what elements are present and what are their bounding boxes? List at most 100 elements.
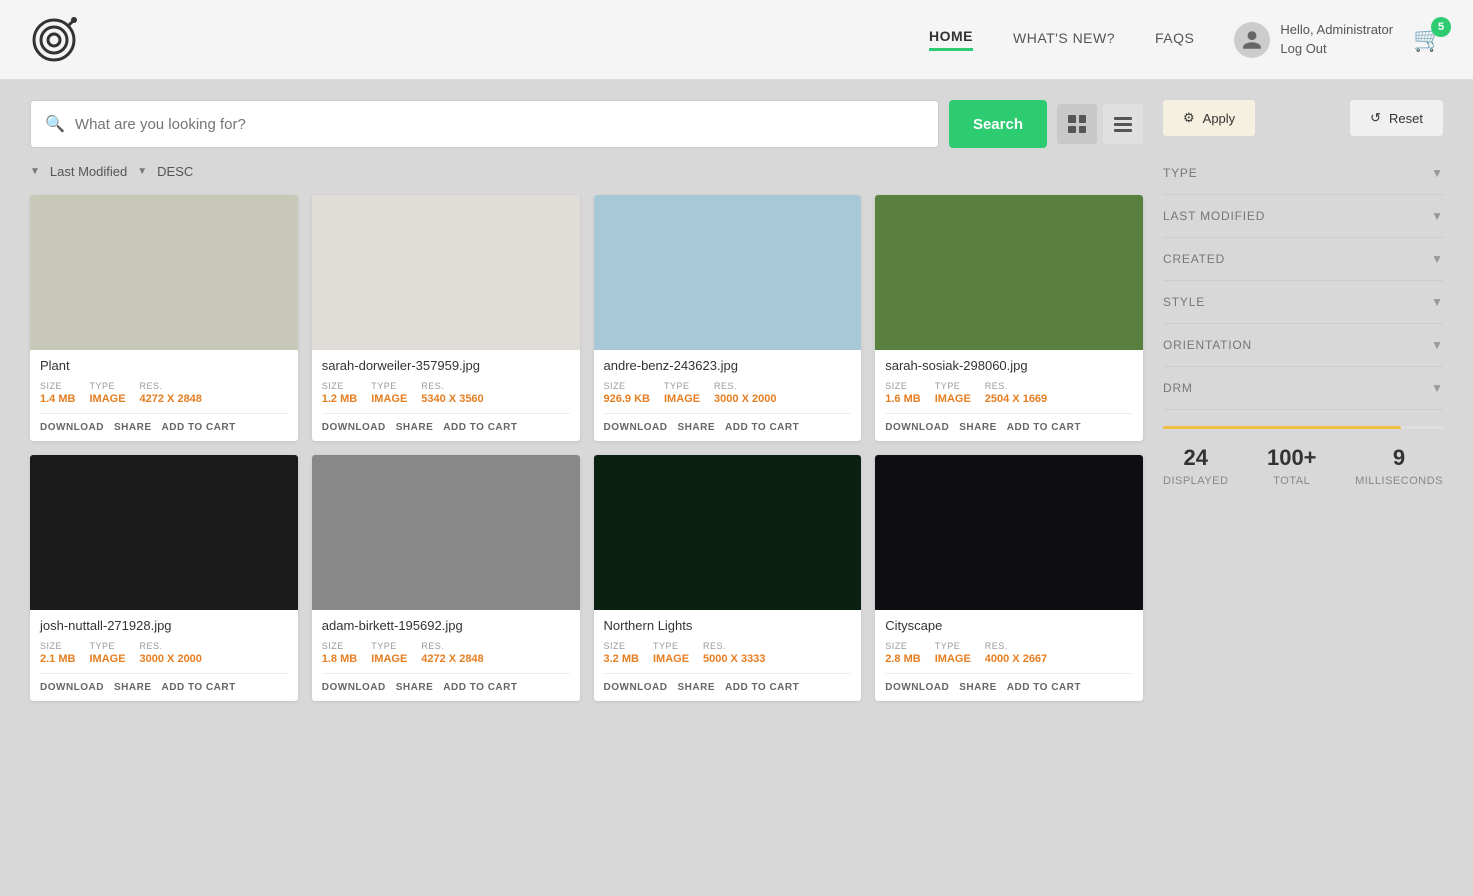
image-meta: SIZE2.1 MBTYPEIMAGERES.3000 X 2000 [40, 641, 288, 665]
image-actions: DOWNLOAD SHARE ADD TO CART [885, 673, 1133, 693]
action-link[interactable]: DOWNLOAD [322, 422, 386, 433]
nav-whats-new[interactable]: WHAT'S NEW? [1013, 30, 1115, 50]
filter-sections: TYPE▼LAST MODIFIED▼CREATED▼STYLE▼ORIENTA… [1163, 152, 1443, 410]
main-layout: 🔍 Search ▼ Last Modified [0, 80, 1473, 721]
cart-button[interactable]: 🛒 5 [1413, 25, 1443, 54]
search-input[interactable] [75, 116, 924, 133]
action-link[interactable]: SHARE [396, 682, 434, 693]
meta-label: RES. [714, 381, 776, 391]
action-link[interactable]: DOWNLOAD [40, 422, 104, 433]
meta-label: RES. [421, 641, 483, 651]
image-thumbnail[interactable] [312, 195, 580, 350]
apply-filter-button[interactable]: ⚙ Apply [1163, 100, 1255, 136]
action-link[interactable]: DOWNLOAD [885, 682, 949, 693]
reset-icon: ↺ [1370, 110, 1381, 126]
image-card: andre-benz-243623.jpgSIZE926.9 KBTYPEIMA… [594, 195, 862, 441]
filter-section[interactable]: DRM▼ [1163, 367, 1443, 410]
meta-group: SIZE3.2 MB [604, 641, 639, 665]
action-link[interactable]: SHARE [114, 422, 152, 433]
meta-label: SIZE [885, 641, 920, 651]
meta-label: RES. [985, 641, 1047, 651]
action-link[interactable]: DOWNLOAD [604, 682, 668, 693]
image-title: adam-birkett-195692.jpg [322, 618, 570, 633]
sort-field-select[interactable]: Last Modified [50, 164, 127, 179]
image-thumbnail[interactable] [594, 195, 862, 350]
meta-value: IMAGE [935, 393, 971, 405]
action-link[interactable]: ADD TO CART [1007, 422, 1081, 433]
meta-group: RES.5340 X 3560 [421, 381, 483, 405]
action-link[interactable]: DOWNLOAD [885, 422, 949, 433]
image-thumbnail[interactable] [30, 455, 298, 610]
filter-section[interactable]: ORIENTATION▼ [1163, 324, 1443, 367]
user-section: Hello, Administrator Log Out 🛒 5 [1234, 21, 1443, 57]
image-actions: DOWNLOAD SHARE ADD TO CART [604, 413, 852, 433]
filter-section[interactable]: CREATED▼ [1163, 238, 1443, 281]
action-link[interactable]: DOWNLOAD [322, 682, 386, 693]
meta-value: IMAGE [371, 653, 407, 665]
image-card: sarah-sosiak-298060.jpgSIZE1.6 MBTYPEIMA… [875, 195, 1143, 441]
image-meta: SIZE1.4 MBTYPEIMAGERES.4272 X 2848 [40, 381, 288, 405]
action-link[interactable]: ADD TO CART [725, 422, 799, 433]
meta-label: SIZE [322, 381, 357, 391]
image-meta: SIZE3.2 MBTYPEIMAGERES.5000 X 3333 [604, 641, 852, 665]
action-link[interactable]: ADD TO CART [725, 682, 799, 693]
chevron-down-icon: ▼ [1431, 381, 1443, 395]
action-link[interactable]: ADD TO CART [443, 422, 517, 433]
action-link[interactable]: SHARE [114, 682, 152, 693]
action-link[interactable]: SHARE [396, 422, 434, 433]
stat-total: 100+ TOTAL [1267, 445, 1317, 489]
sort-order-select[interactable]: DESC [157, 164, 193, 179]
meta-group: TYPE IMAGE [89, 381, 125, 405]
meta-label: TYPE [89, 381, 125, 391]
content-area: 🔍 Search ▼ Last Modified [30, 100, 1143, 701]
sort-order-arrow-icon: ▼ [137, 166, 147, 177]
action-link[interactable]: ADD TO CART [162, 682, 236, 693]
action-link[interactable]: SHARE [959, 682, 997, 693]
search-button[interactable]: Search [949, 100, 1047, 148]
action-link[interactable]: DOWNLOAD [604, 422, 668, 433]
action-link[interactable]: DOWNLOAD [40, 682, 104, 693]
meta-label: TYPE [935, 381, 971, 391]
grid-view-button[interactable] [1057, 104, 1097, 144]
reset-filter-button[interactable]: ↺ Reset [1350, 100, 1443, 136]
nav-faqs[interactable]: FAQS [1155, 30, 1194, 50]
image-thumbnail[interactable] [875, 455, 1143, 610]
list-view-button[interactable] [1103, 104, 1143, 144]
filter-section[interactable]: STYLE▼ [1163, 281, 1443, 324]
meta-label: RES. [140, 381, 202, 391]
filter-section[interactable]: LAST MODIFIED▼ [1163, 195, 1443, 238]
meta-group: SIZE 2.8 MB [885, 641, 920, 665]
meta-label: RES. [140, 641, 202, 651]
meta-label: RES. [703, 641, 765, 651]
image-thumbnail[interactable] [312, 455, 580, 610]
user-text: Hello, Administrator Log Out [1280, 21, 1393, 57]
sort-arrow-down-icon: ▼ [30, 166, 40, 177]
image-info: Northern LightsSIZE3.2 MBTYPEIMAGERES.50… [594, 610, 862, 701]
image-thumbnail[interactable] [30, 195, 298, 350]
logout-link[interactable]: Log Out [1280, 40, 1393, 58]
action-link[interactable]: SHARE [678, 682, 716, 693]
action-link[interactable]: SHARE [959, 422, 997, 433]
action-link[interactable]: ADD TO CART [443, 682, 517, 693]
sort-bar: ▼ Last Modified ▼ DESC [30, 164, 1143, 179]
image-thumbnail[interactable] [594, 455, 862, 610]
meta-group: SIZE926.9 KB [604, 381, 650, 405]
meta-value: 2.8 MB [885, 653, 920, 665]
meta-group: TYPEIMAGE [653, 641, 689, 665]
meta-label: SIZE [322, 641, 357, 651]
action-link[interactable]: ADD TO CART [162, 422, 236, 433]
image-thumbnail[interactable] [875, 195, 1143, 350]
milliseconds-value: 9 [1355, 445, 1443, 471]
meta-value: 4272 X 2848 [421, 653, 483, 665]
filter-section-label: STYLE [1163, 295, 1205, 309]
logo[interactable] [30, 16, 78, 64]
action-link[interactable]: SHARE [678, 422, 716, 433]
meta-group: SIZE1.8 MB [322, 641, 357, 665]
stats-row: 24 DISPLAYED 100+ TOTAL 9 MILLISECONDS [1163, 445, 1443, 489]
image-card: CityscapeSIZE2.8 MBTYPEIMAGERES.4000 X 2… [875, 455, 1143, 701]
filter-section[interactable]: TYPE▼ [1163, 152, 1443, 195]
meta-value: 5340 X 3560 [421, 393, 483, 405]
meta-value: IMAGE [89, 393, 125, 405]
action-link[interactable]: ADD TO CART [1007, 682, 1081, 693]
nav-home[interactable]: HOME [929, 28, 973, 51]
